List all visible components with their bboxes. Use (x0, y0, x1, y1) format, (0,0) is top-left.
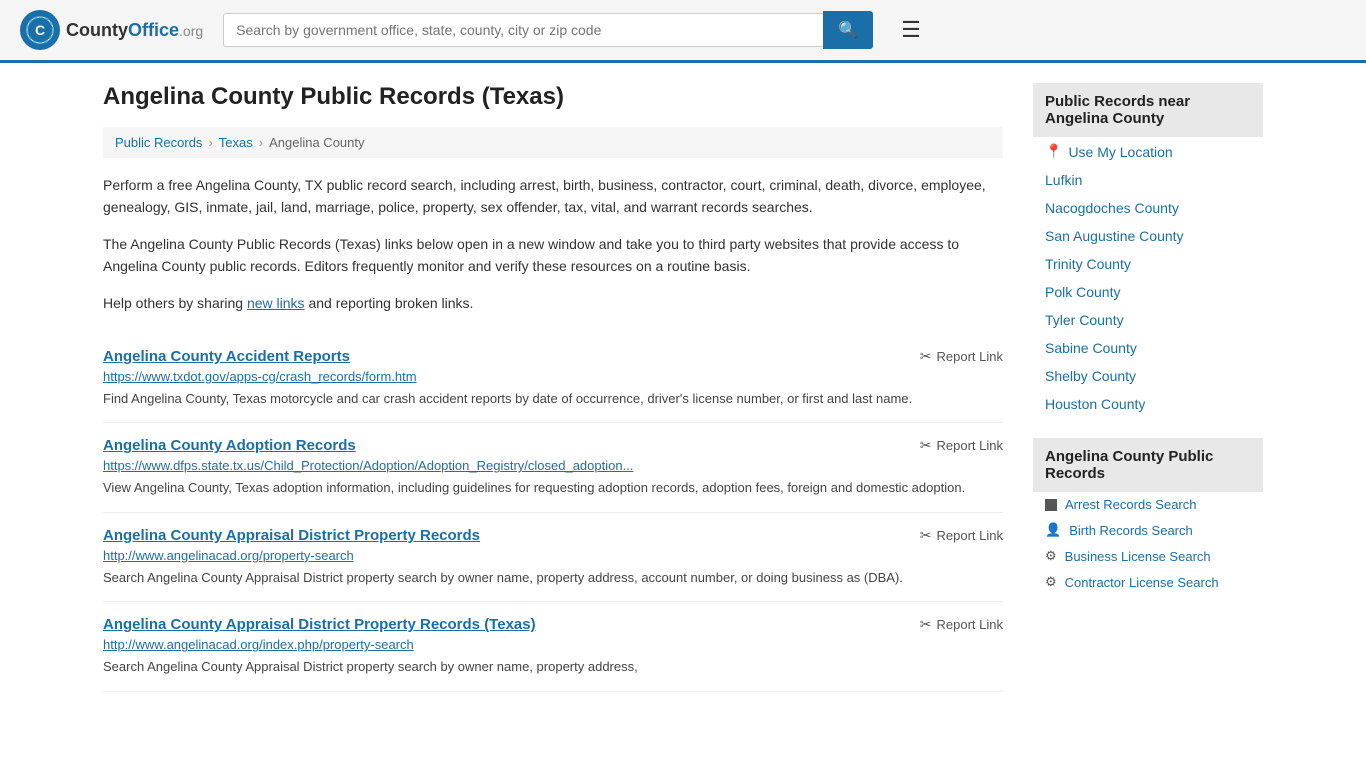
report-icon: ✂ (920, 437, 932, 454)
description-1: Perform a free Angelina County, TX publi… (103, 174, 1003, 219)
record-desc: Search Angelina County Appraisal Distric… (103, 657, 1003, 677)
sidebar-business-license[interactable]: ⚙ Business License Search (1033, 543, 1263, 569)
record-url[interactable]: http://www.angelinacad.org/index.php/pro… (103, 637, 1003, 652)
sidebar-item-lufkin[interactable]: Lufkin (1033, 166, 1263, 194)
nacogdoches-link[interactable]: Nacogdoches County (1045, 200, 1179, 216)
sidebar: Public Records near Angelina County 📍 Us… (1033, 83, 1263, 692)
nearby-section-header: Public Records near Angelina County (1033, 83, 1263, 137)
breadcrumb-sep-2: › (259, 135, 263, 150)
san-augustine-link[interactable]: San Augustine County (1045, 228, 1184, 244)
shelby-link[interactable]: Shelby County (1045, 368, 1136, 384)
report-icon: ✂ (920, 616, 932, 633)
breadcrumb-sep-1: › (208, 135, 212, 150)
sidebar-item-sabine[interactable]: Sabine County (1033, 334, 1263, 362)
nearby-section: Public Records near Angelina County 📍 Us… (1033, 83, 1263, 418)
new-links[interactable]: new links (247, 295, 305, 311)
report-link-label: Report Link (937, 438, 1003, 453)
business-icon: ⚙ (1045, 548, 1057, 564)
report-link[interactable]: ✂ Report Link (920, 527, 1003, 544)
logo-office: Office (128, 20, 179, 40)
search-area: 🔍 (223, 11, 873, 49)
record-url[interactable]: https://www.txdot.gov/apps-cg/crash_reco… (103, 369, 1003, 384)
contractor-icon: ⚙ (1045, 574, 1057, 590)
logo-text-area: CountyOffice.org (66, 20, 203, 41)
record-title[interactable]: Angelina County Adoption Records (103, 437, 356, 454)
sidebar-item-nacogdoches[interactable]: Nacogdoches County (1033, 194, 1263, 222)
breadcrumb-texas[interactable]: Texas (219, 135, 253, 150)
desc3-suffix: and reporting broken links. (305, 295, 474, 311)
houston-link[interactable]: Houston County (1045, 396, 1145, 412)
sidebar-item-san-augustine[interactable]: San Augustine County (1033, 222, 1263, 250)
sidebar-arrest-records[interactable]: Arrest Records Search (1033, 492, 1263, 517)
arrest-records-link[interactable]: Arrest Records Search (1065, 497, 1197, 512)
lufkin-link[interactable]: Lufkin (1045, 172, 1082, 188)
sidebar-item-shelby[interactable]: Shelby County (1033, 362, 1263, 390)
business-license-link[interactable]: Business License Search (1065, 549, 1211, 564)
record-url[interactable]: https://www.dfps.state.tx.us/Child_Prote… (103, 458, 1003, 473)
record-title[interactable]: Angelina County Appraisal District Prope… (103, 616, 536, 633)
record-url[interactable]: http://www.angelinacad.org/property-sear… (103, 548, 1003, 563)
record-header: Angelina County Appraisal District Prope… (103, 527, 1003, 544)
birth-icon: 👤 (1045, 522, 1061, 538)
report-link-label: Report Link (937, 528, 1003, 543)
report-link-label: Report Link (937, 617, 1003, 632)
sidebar-item-tyler[interactable]: Tyler County (1033, 306, 1263, 334)
record-desc: Find Angelina County, Texas motorcycle a… (103, 389, 1003, 409)
breadcrumb-county: Angelina County (269, 135, 364, 150)
record-title[interactable]: Angelina County Appraisal District Prope… (103, 527, 480, 544)
record-title[interactable]: Angelina County Accident Reports (103, 348, 350, 365)
record-header: Angelina County Accident Reports ✂ Repor… (103, 348, 1003, 365)
contractor-license-link[interactable]: Contractor License Search (1065, 575, 1219, 590)
use-my-location[interactable]: 📍 Use My Location (1033, 137, 1263, 166)
trinity-link[interactable]: Trinity County (1045, 256, 1131, 272)
sabine-link[interactable]: Sabine County (1045, 340, 1137, 356)
search-button[interactable]: 🔍 (823, 11, 873, 49)
breadcrumb-public-records[interactable]: Public Records (115, 135, 202, 150)
header: C CountyOffice.org 🔍 ☰ (0, 0, 1366, 63)
polk-link[interactable]: Polk County (1045, 284, 1120, 300)
report-link[interactable]: ✂ Report Link (920, 616, 1003, 633)
records-list: Angelina County Accident Reports ✂ Repor… (103, 334, 1003, 692)
record-header: Angelina County Adoption Records ✂ Repor… (103, 437, 1003, 454)
sidebar-birth-records[interactable]: 👤 Birth Records Search (1033, 517, 1263, 543)
local-section-header: Angelina County Public Records (1033, 438, 1263, 492)
desc3-prefix: Help others by sharing (103, 295, 247, 311)
page-title: Angelina County Public Records (Texas) (103, 83, 1003, 111)
report-icon: ✂ (920, 348, 932, 365)
logo-county: County (66, 20, 128, 40)
record-header: Angelina County Appraisal District Prope… (103, 616, 1003, 633)
sidebar-item-trinity[interactable]: Trinity County (1033, 250, 1263, 278)
description-3: Help others by sharing new links and rep… (103, 292, 1003, 314)
arrest-icon (1045, 499, 1057, 511)
main-layout: Angelina County Public Records (Texas) P… (83, 63, 1283, 712)
sidebar-item-houston[interactable]: Houston County (1033, 390, 1263, 418)
report-icon: ✂ (920, 527, 932, 544)
record-item: Angelina County Accident Reports ✂ Repor… (103, 334, 1003, 424)
logo-svg: C (26, 16, 54, 44)
use-location-link[interactable]: Use My Location (1068, 144, 1172, 160)
svg-text:C: C (35, 22, 45, 38)
menu-button[interactable]: ☰ (893, 13, 929, 47)
description-2: The Angelina County Public Records (Texa… (103, 233, 1003, 278)
record-item: Angelina County Appraisal District Prope… (103, 513, 1003, 603)
logo-area: C CountyOffice.org (20, 10, 203, 50)
location-dot-icon: 📍 (1045, 143, 1062, 160)
birth-records-link[interactable]: Birth Records Search (1069, 523, 1193, 538)
tyler-link[interactable]: Tyler County (1045, 312, 1124, 328)
report-link[interactable]: ✂ Report Link (920, 437, 1003, 454)
record-desc: Search Angelina County Appraisal Distric… (103, 568, 1003, 588)
report-link[interactable]: ✂ Report Link (920, 348, 1003, 365)
sidebar-contractor-license[interactable]: ⚙ Contractor License Search (1033, 569, 1263, 595)
record-desc: View Angelina County, Texas adoption inf… (103, 478, 1003, 498)
report-link-label: Report Link (937, 349, 1003, 364)
breadcrumb: Public Records › Texas › Angelina County (103, 127, 1003, 158)
content-area: Angelina County Public Records (Texas) P… (103, 83, 1003, 692)
record-item: Angelina County Appraisal District Prope… (103, 602, 1003, 692)
logo-org: .org (179, 23, 203, 39)
record-item: Angelina County Adoption Records ✂ Repor… (103, 423, 1003, 513)
search-input[interactable] (223, 13, 823, 47)
local-section: Angelina County Public Records Arrest Re… (1033, 438, 1263, 595)
logo-icon: C (20, 10, 60, 50)
sidebar-item-polk[interactable]: Polk County (1033, 278, 1263, 306)
